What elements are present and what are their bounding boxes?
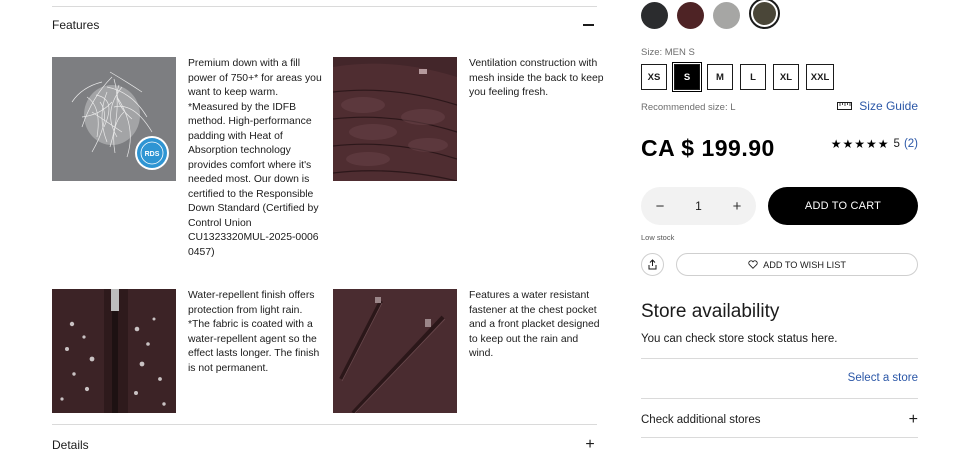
jacket-back-mesh-image [333,57,457,181]
share-icon [648,259,657,270]
divider [641,398,918,399]
divider [641,358,918,359]
feature-description: Ventilation construction with mesh insid… [469,58,604,98]
color-swatch-black[interactable] [641,2,668,29]
chest-pocket-zipper-image [333,289,457,413]
divider [641,437,918,438]
color-swatch-burgundy[interactable] [677,2,704,29]
size-option-xxl[interactable]: XXL [806,64,834,90]
color-swatch-olive[interactable] [749,0,780,29]
divider [52,424,597,425]
collapse-icon[interactable] [583,24,597,26]
color-swatch-gray[interactable] [713,2,740,29]
rds-badge-icon: RDS [135,136,169,170]
select-store-link[interactable]: Select a store [848,372,918,384]
size-option-s[interactable]: S [672,62,702,92]
divider [52,6,597,7]
feature-item: Ventilation construction with mesh insid… [333,57,604,181]
add-to-wish-list-button[interactable]: ADD TO WISH LIST [676,253,918,276]
check-additional-stores-label: Check additional stores [641,414,761,426]
details-accordion-header[interactable]: Details + [52,436,597,452]
details-title: Details [52,438,89,452]
water-droplets-fabric-image [52,289,176,413]
size-option-m[interactable]: M [707,64,733,90]
size-guide-label[interactable]: Size Guide [859,99,918,113]
features-section: Features RDS Premium down with a fill po… [52,0,604,452]
rating-score: 5 [893,138,900,150]
rating: ★★★★★ 5 (2) [831,137,918,151]
quantity-value[interactable]: 1 [695,199,702,213]
color-swatches [641,0,780,29]
size-option-xs[interactable]: XS [641,64,667,90]
product-panel: Size: MEN S XS S M L XL XXL Recommended … [641,0,918,452]
store-availability-subtitle: You can check store stock status here. [641,333,838,345]
increment-button[interactable]: + [731,198,743,215]
feature-item: Features a water resistant fastener at t… [333,289,604,413]
svg-text:RDS: RDS [145,151,160,158]
features-title: Features [52,18,100,32]
down-feathers-image: RDS [52,57,176,181]
size-label: Size: MEN S [641,47,695,58]
ruler-icon [837,102,853,110]
decrement-button[interactable]: − [654,198,666,215]
star-rating-icon: ★★★★★ [830,137,890,151]
heart-icon [748,260,758,269]
size-option-xl[interactable]: XL [773,64,799,90]
share-button[interactable] [641,253,664,276]
add-to-cart-button[interactable]: ADD TO CART [768,187,918,225]
recommended-size: Recommended size: L [641,102,736,113]
check-additional-stores[interactable]: Check additional stores + [641,411,918,429]
size-option-l[interactable]: L [740,64,766,90]
feature-item: Water-repellent finish offers protection… [52,289,323,413]
expand-icon[interactable]: + [583,436,597,452]
quantity-stepper: − 1 + [641,187,756,225]
features-accordion-header[interactable]: Features [52,18,597,32]
feature-description: Premium down with a fill power of 750+* … [188,58,322,258]
expand-icon[interactable]: + [909,411,918,429]
feature-description: Features a water resistant fastener at t… [469,290,600,359]
size-guide-link[interactable]: Size Guide [837,99,918,113]
wish-list-label: ADD TO WISH LIST [763,259,846,270]
store-availability-title: Store availability [641,301,780,322]
size-selector: XS S M L XL XXL [641,62,834,92]
stock-status: Low stock [641,233,675,242]
feature-item: RDS Premium down with a fill power of 75… [52,57,323,260]
feature-description: Water-repellent finish offers protection… [188,290,320,374]
review-count-link[interactable]: (2) [904,138,918,150]
product-price: CA $ 199.90 [641,135,775,161]
